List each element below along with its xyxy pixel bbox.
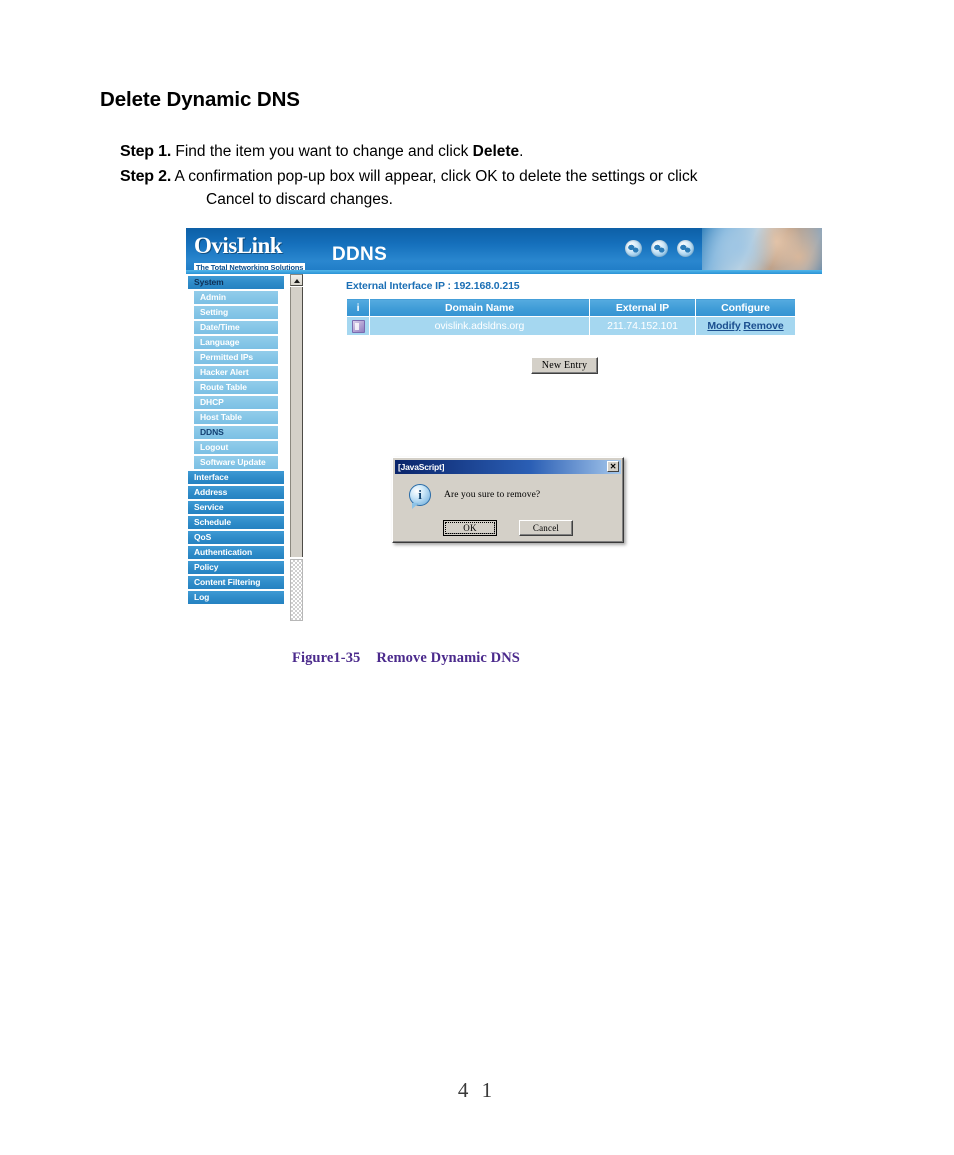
dialog-title-bar: [JavaScript] ✕ <box>395 460 621 474</box>
javascript-confirm-dialog: [JavaScript] ✕ i Are you sure to remove?… <box>392 457 624 543</box>
cell-configure: Modify Remove <box>695 316 796 336</box>
sidebar-item-permitted-ips[interactable]: Permitted IPs <box>194 351 278 364</box>
remove-link[interactable]: Remove <box>743 320 783 332</box>
ddns-table: i Domain Name External IP Configure ovis… <box>346 298 796 336</box>
banner-page-title: DDNS <box>332 244 388 265</box>
sidebar-item-dhcp[interactable]: DHCP <box>194 396 278 409</box>
step-1-text: Find the item you want to change and cli… <box>175 143 473 160</box>
sidebar-group-policy[interactable]: Policy <box>188 561 284 574</box>
row-icon-cell <box>346 316 370 336</box>
modify-link[interactable]: Modify <box>707 320 740 332</box>
step-1: Step 1. Find the item you want to change… <box>120 140 880 163</box>
globe-icon <box>677 240 694 257</box>
sidebar-item-language[interactable]: Language <box>194 336 278 349</box>
sidebar-item-setting[interactable]: Setting <box>194 306 278 319</box>
cell-external-ip: 211.74.152.101 <box>589 316 696 336</box>
sidebar-item-host-table[interactable]: Host Table <box>194 411 278 424</box>
sidebar-group-content-filtering[interactable]: Content Filtering <box>188 576 284 589</box>
step-1-bold: Delete <box>472 143 520 160</box>
step-2-label: Step 2. <box>120 168 172 186</box>
step-1-text-after: . <box>519 143 524 160</box>
logo-tagline: The Total Networking Solutions <box>194 263 306 272</box>
page-number: 4 1 <box>457 1078 497 1102</box>
logo-wordmark: OvisLink <box>194 233 283 258</box>
info-icon: i <box>409 484 431 509</box>
banner-photo <box>702 228 822 274</box>
page-title: Delete Dynamic DNS <box>100 88 300 111</box>
col-header-domain-name: Domain Name <box>369 298 590 317</box>
dialog-message-text: Are you sure to remove? <box>444 490 541 500</box>
app-banner: OvisLink The Total Networking Solutions … <box>186 228 822 274</box>
table-header-row: i Domain Name External IP Configure <box>346 298 796 317</box>
figure-number: Figure1-35 <box>292 650 361 666</box>
sidebar-group-schedule[interactable]: Schedule <box>188 516 284 529</box>
step-2: Step 2. A confirmation pop-up box will a… <box>120 165 880 211</box>
globe-icon-group <box>625 240 694 257</box>
globe-icon <box>625 240 642 257</box>
sidebar-item-logout[interactable]: Logout <box>194 441 278 454</box>
embedded-screenshot: OvisLink The Total Networking Solutions … <box>186 228 822 646</box>
cancel-button[interactable]: Cancel <box>519 520 573 536</box>
sidebar-item-software-update[interactable]: Software Update <box>194 456 278 469</box>
sidebar-nav: System Admin Setting Date/Time Language … <box>188 276 284 606</box>
sidebar-item-hacker-alert[interactable]: Hacker Alert <box>194 366 278 379</box>
table-row: ovislink.adsldns.org 211.74.152.101 Modi… <box>346 316 796 336</box>
sidebar-item-admin[interactable]: Admin <box>194 291 278 304</box>
sidebar-group-interface[interactable]: Interface <box>188 471 284 484</box>
figure-caption: Figure1-35 Remove Dynamic DNS <box>292 650 520 667</box>
new-entry-row: New Entry <box>346 355 783 374</box>
col-header-configure: Configure <box>695 298 796 317</box>
dialog-button-row: OK Cancel <box>393 520 623 536</box>
sidebar-group-system[interactable]: System <box>188 276 284 289</box>
external-interface-ip-label: External Interface IP : 192.168.0.215 <box>346 280 520 292</box>
sidebar-item-route-table[interactable]: Route Table <box>194 381 278 394</box>
dialog-message-row: i Are you sure to remove? <box>393 484 623 509</box>
sidebar-scrollbar[interactable] <box>290 274 304 642</box>
steps-list: Step 1. Find the item you want to change… <box>120 140 880 213</box>
ddns-entry-icon <box>351 319 365 333</box>
ovislink-logo: OvisLink The Total Networking Solutions <box>194 234 324 274</box>
sidebar-group-address[interactable]: Address <box>188 486 284 499</box>
step-2-continuation: Cancel to discard changes. <box>206 190 393 208</box>
globe-icon <box>651 240 668 257</box>
close-icon[interactable]: ✕ <box>607 461 619 472</box>
scrollbar-track-bottom[interactable] <box>290 559 303 621</box>
cell-domain-name: ovislink.adsldns.org <box>369 316 590 336</box>
col-header-icon: i <box>346 298 370 317</box>
app-body: System Admin Setting Date/Time Language … <box>186 274 822 646</box>
new-entry-button[interactable]: New Entry <box>530 357 599 374</box>
sidebar-group-log[interactable]: Log <box>188 591 284 604</box>
ok-button[interactable]: OK <box>443 520 497 536</box>
scroll-up-arrow-icon[interactable] <box>290 274 303 286</box>
sidebar-group-service[interactable]: Service <box>188 501 284 514</box>
sidebar-group-qos[interactable]: QoS <box>188 531 284 544</box>
step-1-label: Step 1. <box>120 143 172 160</box>
figure-title: Remove Dynamic DNS <box>376 650 520 666</box>
dialog-title-text: [JavaScript] <box>398 462 445 472</box>
step-2-text: A confirmation pop-up box will appear, c… <box>174 168 698 186</box>
col-header-external-ip: External IP <box>589 298 696 317</box>
sidebar-group-authentication[interactable]: Authentication <box>188 546 284 559</box>
sidebar-item-ddns[interactable]: DDNS <box>194 426 278 439</box>
scrollbar-thumb[interactable] <box>290 287 303 557</box>
sidebar-item-date-time[interactable]: Date/Time <box>194 321 278 334</box>
main-content: External Interface IP : 192.168.0.215 i … <box>346 274 806 374</box>
